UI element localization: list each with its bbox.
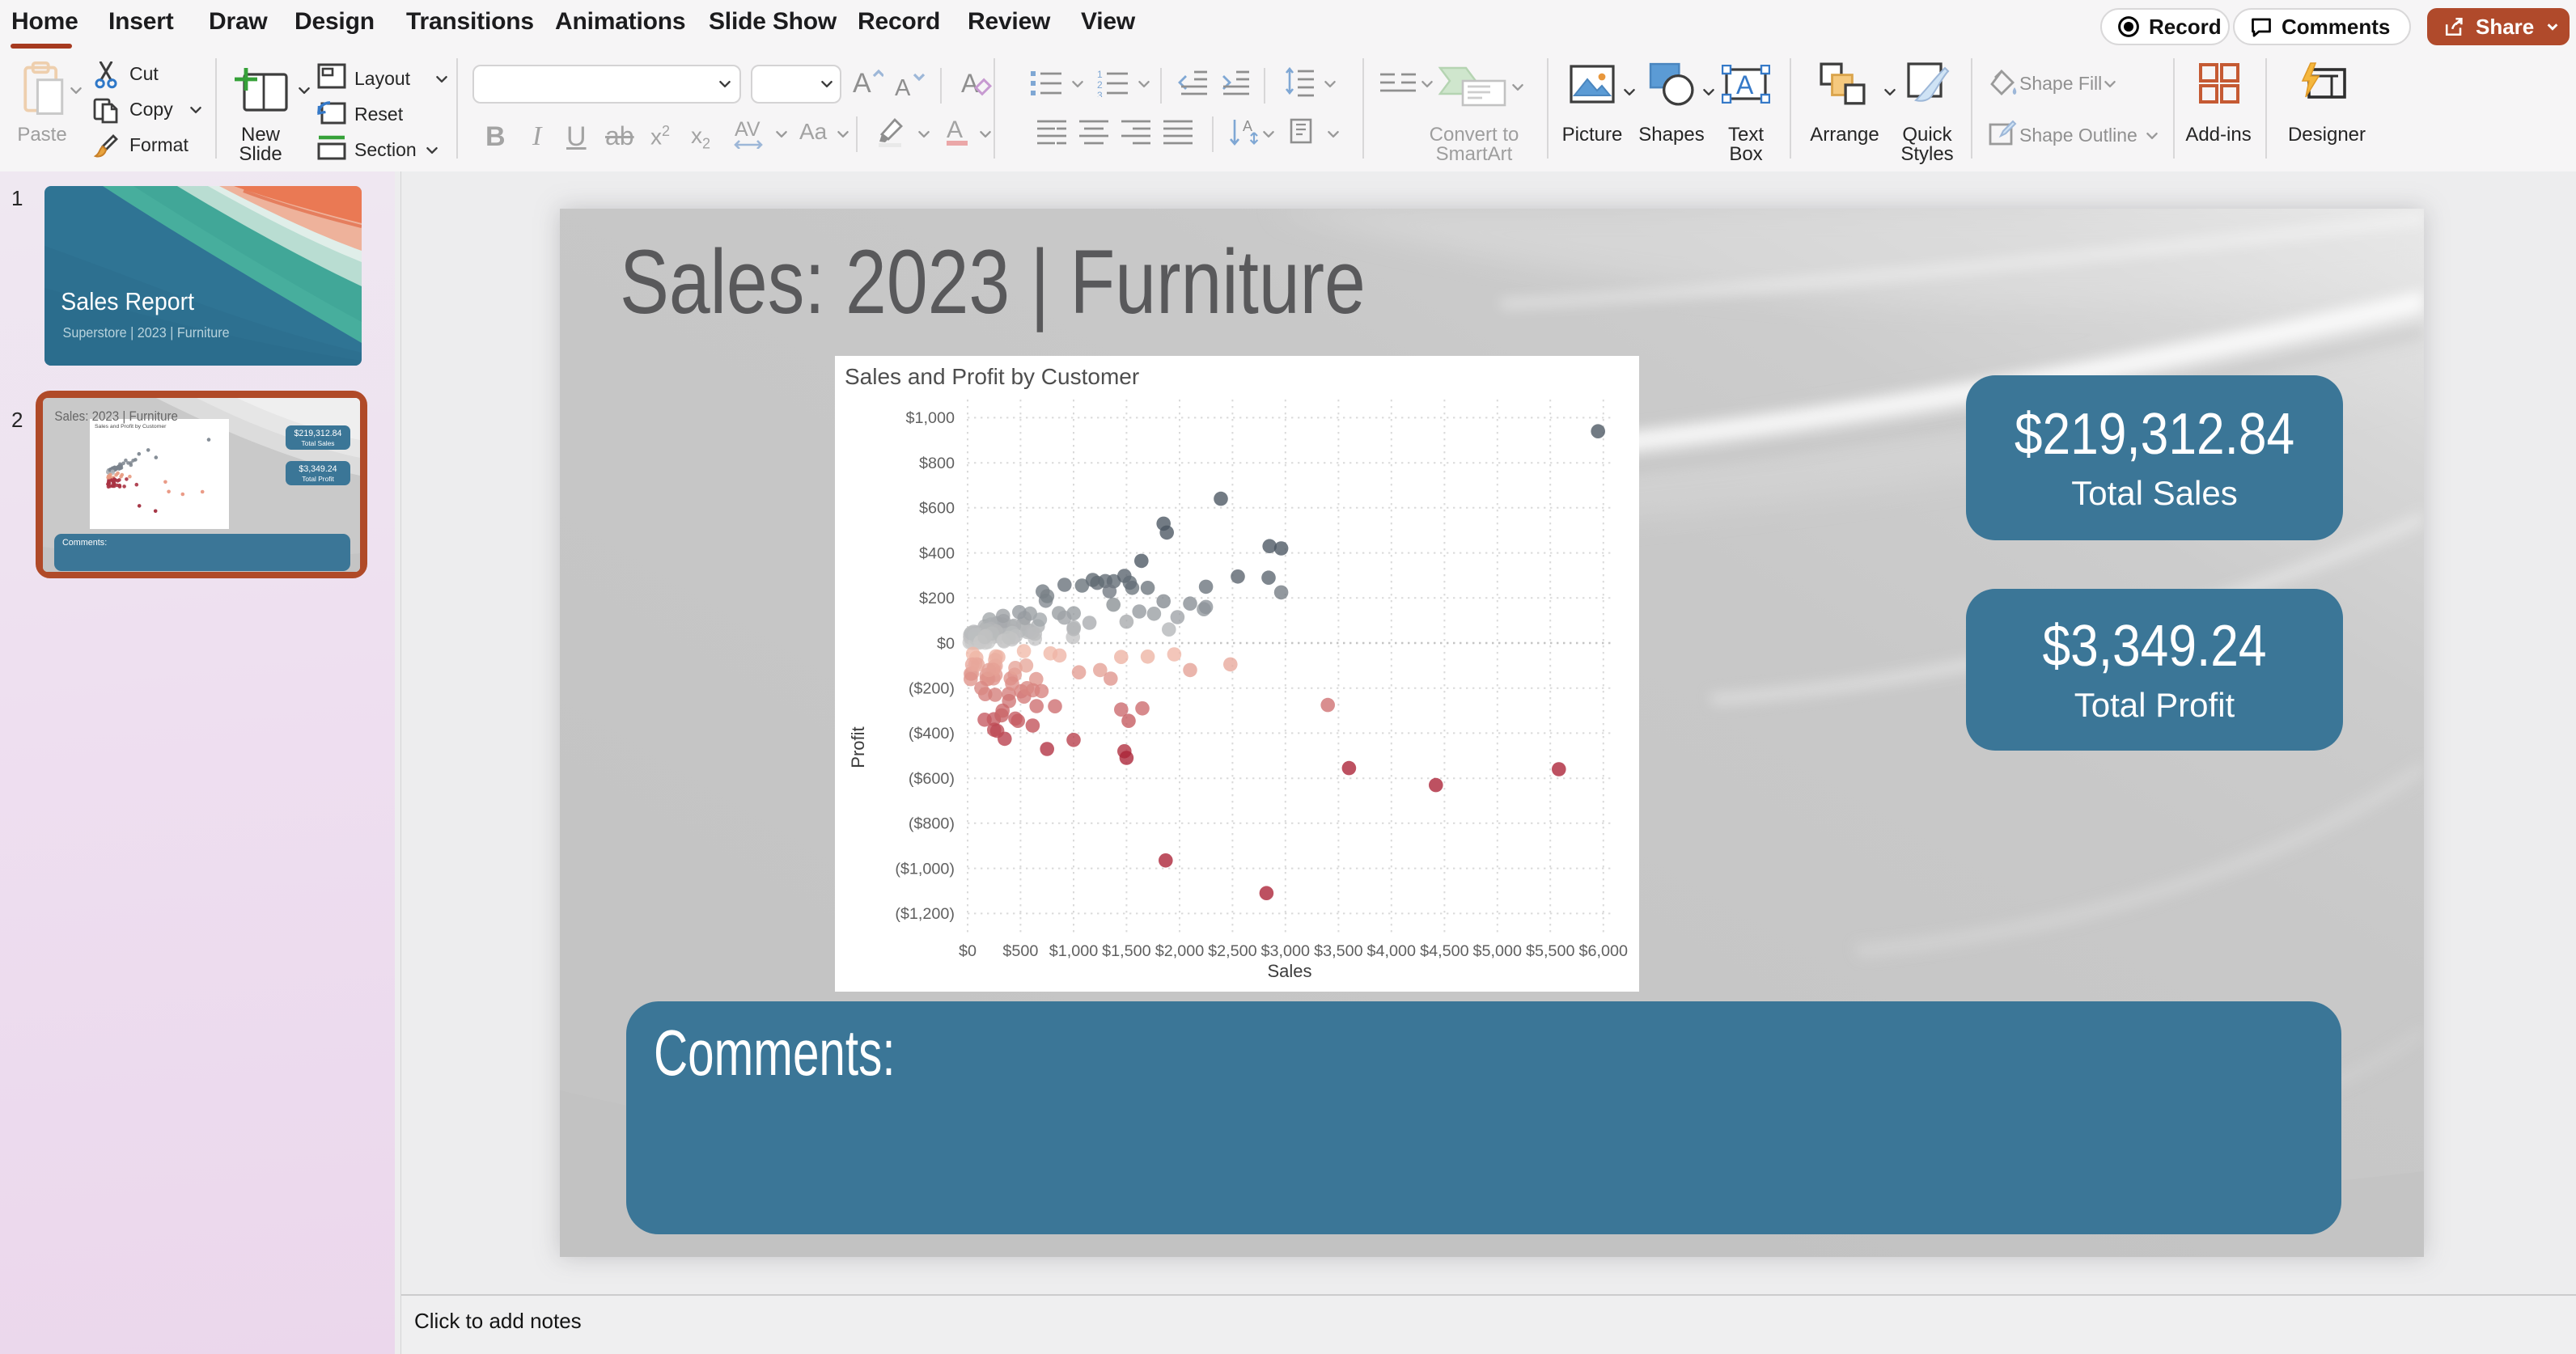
svg-text:Sales: Sales	[1267, 961, 1311, 981]
svg-text:($200): ($200)	[909, 680, 955, 698]
svg-text:$5,000: $5,000	[1473, 942, 1523, 960]
svg-text:$219,312.84: $219,312.84	[294, 429, 342, 438]
svg-text:3: 3	[1097, 90, 1103, 97]
svg-text:($1,200): ($1,200)	[895, 905, 955, 923]
svg-text:A: A	[895, 75, 911, 101]
svg-text:Sales Report: Sales Report	[61, 288, 194, 315]
svg-text:Sales and Profit by Customer: Sales and Profit by Customer	[845, 364, 1139, 389]
svg-text:$1,000: $1,000	[1049, 942, 1099, 960]
svg-text:$6,000: $6,000	[1579, 942, 1629, 960]
svg-text:($400): ($400)	[909, 725, 955, 743]
svg-text:$200: $200	[919, 590, 955, 607]
svg-text:$4,000: $4,000	[1367, 942, 1417, 960]
svg-text:2: 2	[1097, 79, 1103, 91]
svg-text:1: 1	[1097, 69, 1103, 80]
svg-text:Profit: Profit	[848, 726, 868, 768]
svg-text:Superstore | 2023 | Furniture: Superstore | 2023 | Furniture	[63, 325, 230, 341]
svg-text:($1,000): ($1,000)	[895, 860, 955, 878]
svg-text:Total Profit: Total Profit	[302, 475, 334, 483]
svg-text:Comments:: Comments:	[62, 538, 107, 548]
svg-text:AV: AV	[735, 118, 761, 141]
svg-text:A: A	[853, 68, 871, 99]
svg-text:$400: $400	[919, 544, 955, 562]
svg-text:Sales: 2023 | Furniture: Sales: 2023 | Furniture	[54, 409, 178, 424]
svg-text:$600: $600	[919, 500, 955, 518]
svg-text:($800): ($800)	[909, 815, 955, 833]
svg-text:A: A	[1736, 70, 1754, 99]
svg-text:$500: $500	[1002, 942, 1038, 960]
svg-text:$0: $0	[959, 942, 977, 960]
svg-text:$5,500: $5,500	[1526, 942, 1575, 960]
svg-text:$800: $800	[919, 455, 955, 472]
svg-text:A: A	[1243, 118, 1252, 134]
svg-text:A: A	[961, 69, 979, 98]
svg-text:$3,500: $3,500	[1314, 942, 1363, 960]
svg-text:$2,500: $2,500	[1208, 942, 1257, 960]
svg-text:A: A	[947, 116, 963, 143]
svg-text:$1,500: $1,500	[1102, 942, 1151, 960]
svg-text:$1,000: $1,000	[905, 409, 955, 427]
svg-text:$3,349.24: $3,349.24	[299, 464, 337, 474]
svg-text:($600): ($600)	[909, 770, 955, 788]
svg-text:$0: $0	[937, 635, 955, 653]
svg-text:Total Sales: Total Sales	[302, 439, 335, 447]
svg-text:$4,500: $4,500	[1420, 942, 1469, 960]
svg-text:$2,000: $2,000	[1155, 942, 1205, 960]
svg-text:Sales and Profit by Customer: Sales and Profit by Customer	[95, 424, 167, 429]
svg-text:Aa: Aa	[799, 119, 828, 144]
svg-text:$3,000: $3,000	[1261, 942, 1311, 960]
